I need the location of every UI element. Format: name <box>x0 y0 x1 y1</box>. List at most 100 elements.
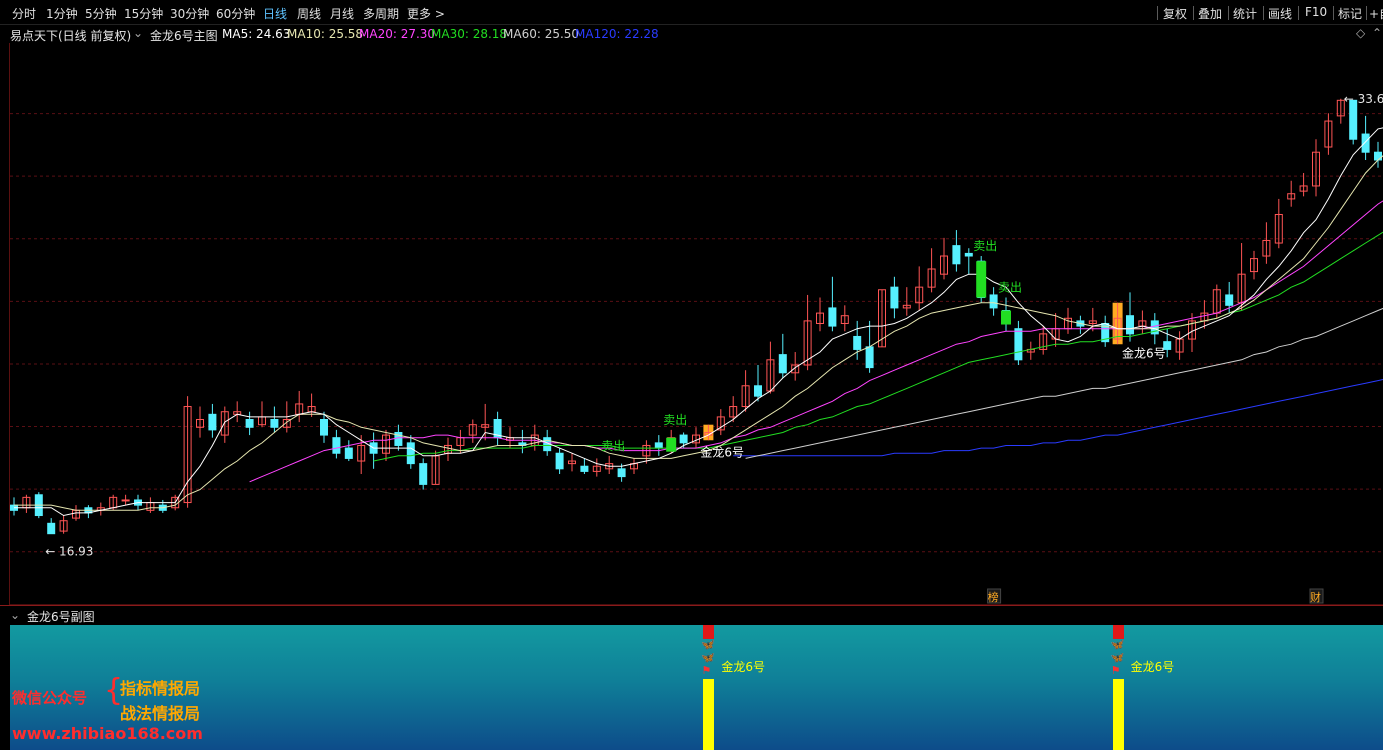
candle-body <box>1126 315 1134 335</box>
candle-body <box>853 335 862 350</box>
candle-body <box>47 522 56 535</box>
event-marker-label: 榜 <box>988 590 999 604</box>
candle-body <box>245 419 254 428</box>
mark-button[interactable]: 标记 <box>1338 5 1362 22</box>
flag-icon: ⚑ <box>701 664 712 677</box>
tab-30min[interactable]: 30分钟 <box>170 5 209 22</box>
divider <box>1228 6 1229 20</box>
candle-body <box>754 385 762 397</box>
ma60-line <box>745 307 1383 459</box>
divider <box>1333 6 1334 20</box>
butterfly-icon: 🦋 <box>1110 638 1125 651</box>
promo-line-1: 指标情报局 <box>120 679 201 698</box>
candle-body <box>121 499 130 502</box>
sell-label: 卖出 <box>663 413 687 427</box>
signal-column <box>703 679 715 750</box>
divider <box>1263 6 1264 20</box>
flag-icon: ⚑ <box>1110 664 1121 677</box>
diamond-icon[interactable]: ◇ <box>1356 26 1365 40</box>
sell-signal-box <box>976 261 987 298</box>
ma10-line <box>14 155 1383 511</box>
candle-body <box>344 447 353 459</box>
divider <box>1298 6 1299 20</box>
sub-indicator-name[interactable]: 金龙6号副图 <box>27 608 95 625</box>
tab-daily[interactable]: 日线 <box>263 5 287 22</box>
candle-body <box>1014 328 1023 361</box>
ma60-value: MA60: 25.50 <box>503 27 580 41</box>
draw-button[interactable]: 画线 <box>1268 5 1292 22</box>
promo-line-2: 战法情报局 <box>120 704 201 723</box>
event-marker-label: 财 <box>1310 590 1321 604</box>
signal-column <box>1112 679 1124 750</box>
butterfly-icon: 🦋 <box>1110 651 1125 664</box>
chevron-down-icon[interactable]: ⌄ <box>10 608 20 622</box>
low-price-label: ← 16.93 <box>45 545 93 559</box>
promo-url: www.zhibiao168.com <box>12 724 203 743</box>
candle-body <box>270 419 279 428</box>
divider <box>1157 6 1158 20</box>
signal-label: 金龙6号 <box>1122 346 1166 361</box>
indicator-info-bar: 易点天下(日线 前复权) ⌄ 金龙6号主图 MA5: 24.63 MA10: 2… <box>0 25 1383 43</box>
overlay-button[interactable]: 叠加 <box>1198 5 1222 22</box>
sub-chart-panel[interactable]: 🦋 🦋 ⚑ 金龙6号 🦋 🦋 ⚑ 金龙6号 <box>10 625 1383 750</box>
f10-button[interactable]: F10 <box>1305 5 1327 19</box>
tab-5min[interactable]: 5分钟 <box>85 5 117 22</box>
ma20-value: MA20: 27.30 <box>359 27 436 41</box>
candle-body <box>865 346 874 369</box>
candle-body <box>555 452 564 470</box>
sub-chart-header: ⌄ 金龙6号副图 <box>0 605 1383 626</box>
tab-multi-period[interactable]: 多周期 <box>363 5 399 22</box>
divider <box>1193 6 1194 20</box>
tab-timeshare[interactable]: 分时 <box>12 5 36 22</box>
candle-body <box>332 437 341 454</box>
signal-column-top <box>703 625 715 639</box>
main-chart[interactable]: 卖出卖出卖出卖出金龙6号金龙6号← 33.66← 16.93榜财 <box>10 43 1383 606</box>
sell-label: 卖出 <box>601 439 625 453</box>
tab-60min[interactable]: 60分钟 <box>216 5 255 22</box>
signal-column-top <box>1112 625 1124 639</box>
main-indicator-name[interactable]: 金龙6号主图 <box>150 27 218 44</box>
candle-body <box>320 419 328 436</box>
sell-signal-box <box>1001 310 1011 325</box>
adjust-button[interactable]: 复权 <box>1163 5 1187 22</box>
candle-body <box>617 468 626 478</box>
sub-signal-label: 金龙6号 <box>1130 660 1175 674</box>
candle-body <box>828 307 837 327</box>
candle-body <box>964 252 973 257</box>
divider <box>1366 6 1367 20</box>
stock-title: 易点天下(日线 前复权) <box>10 29 132 43</box>
candle-body <box>778 354 787 374</box>
high-price-label: ← 33.66 <box>1344 92 1383 106</box>
sell-label: 卖出 <box>973 239 997 253</box>
candle-body <box>406 442 415 465</box>
period-toolbar: 分时 1分钟 5分钟 15分钟 30分钟 60分钟 日线 周线 月线 多周期 更… <box>0 0 1383 25</box>
custom-button[interactable]: +自 <box>1369 5 1383 22</box>
candle-body <box>890 286 899 309</box>
stats-button[interactable]: 统计 <box>1233 5 1257 22</box>
butterfly-icon: 🦋 <box>701 638 716 651</box>
candle-body <box>1374 151 1382 161</box>
ma30-value: MA30: 28.18 <box>431 27 508 41</box>
sub-signal-label: 金龙6号 <box>721 660 766 674</box>
tab-15min[interactable]: 15分钟 <box>124 5 163 22</box>
candle-body <box>208 413 217 431</box>
candlestick-chart[interactable]: 卖出卖出卖出卖出金龙6号金龙6号← 33.66← 16.93榜财 <box>10 43 1383 606</box>
candle-body <box>679 434 688 444</box>
collapse-icon[interactable]: ⌃ <box>1372 26 1382 40</box>
tab-monthly[interactable]: 月线 <box>330 5 354 22</box>
candle-body <box>580 465 589 472</box>
tab-1min[interactable]: 1分钟 <box>46 5 78 22</box>
candle-body <box>1225 294 1234 306</box>
candle-body <box>654 442 663 449</box>
signal-label: 金龙6号 <box>700 444 744 459</box>
sell-signal-box <box>666 437 677 452</box>
candle-body <box>419 463 428 485</box>
candle-body <box>1361 133 1370 153</box>
chevron-down-icon[interactable]: ⌄ <box>133 26 143 40</box>
tab-more[interactable]: 更多 > <box>407 5 445 22</box>
candle-body <box>952 245 961 265</box>
promo-account: 微信公众号 <box>12 689 88 707</box>
ma5-value: MA5: 24.63 <box>222 27 291 41</box>
tab-weekly[interactable]: 周线 <box>297 5 321 22</box>
butterfly-icon: 🦋 <box>701 651 716 664</box>
